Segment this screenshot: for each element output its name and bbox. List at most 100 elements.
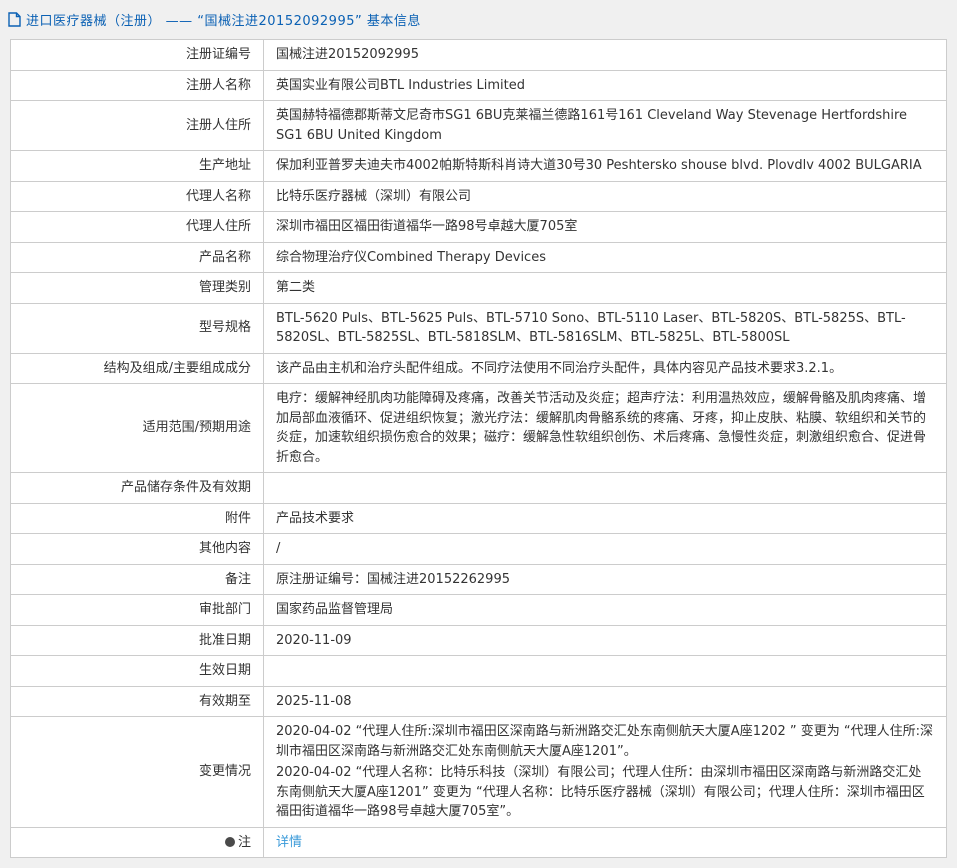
info-table: 注册证编号 国械注进20152092995 注册人名称 英国实业有限公司BTL Ind… bbox=[10, 39, 947, 858]
row-label: 产品名称 bbox=[11, 242, 264, 273]
row-label-text: 生产地址 bbox=[199, 158, 251, 173]
row-value-text: BTL-5620 Puls、BTL-5625 Puls、BTL-5710 Son… bbox=[276, 311, 906, 346]
row-label: 有效期至 bbox=[11, 686, 264, 717]
row-value: 电疗：缓解神经肌肉功能障碍及疼痛，改善关节活动及炎症；超声疗法：利用温热效应，缓… bbox=[264, 384, 947, 473]
row-value: 该产品由主机和治疗头配件组成。不同疗法使用不同治疗头配件，具体内容见产品技术要求… bbox=[264, 353, 947, 384]
row-label: 结构及组成/主要组成成分 bbox=[11, 353, 264, 384]
row-label: 附件 bbox=[11, 503, 264, 534]
row-value-text: 深圳市福田区福田街道福华一路98号卓越大厦705室 bbox=[276, 219, 577, 234]
row-value-text: 综合物理治疗仪Combined Therapy Devices bbox=[276, 250, 546, 265]
row-value-text: 2020-11-09 bbox=[276, 633, 352, 648]
row-label: 批准日期 bbox=[11, 625, 264, 656]
row-value: 深圳市福田区福田街道福华一路98号卓越大厦705室 bbox=[264, 212, 947, 243]
row-value-text: 2025-11-08 bbox=[276, 694, 352, 709]
row-value bbox=[264, 473, 947, 504]
row-label-text: 注册证编号 bbox=[186, 47, 251, 62]
row-label: 生产地址 bbox=[11, 151, 264, 182]
row-label: 代理人住所 bbox=[11, 212, 264, 243]
table-row: 型号规格 BTL-5620 Puls、BTL-5625 Puls、BTL-5710… bbox=[11, 303, 947, 353]
row-value: / bbox=[264, 534, 947, 565]
row-value-text: 电疗：缓解神经肌肉功能障碍及疼痛，改善关节活动及炎症；超声疗法：利用温热效应，缓… bbox=[276, 391, 926, 465]
row-value: 2020-11-09 bbox=[264, 625, 947, 656]
row-value: 综合物理治疗仪Combined Therapy Devices bbox=[264, 242, 947, 273]
table-row: 有效期至 2025-11-08 bbox=[11, 686, 947, 717]
row-label: 注册人名称 bbox=[11, 70, 264, 101]
row-label: 备注 bbox=[11, 564, 264, 595]
row-value-text: 国家药品监督管理局 bbox=[276, 602, 393, 617]
table-row: 附件 产品技术要求 bbox=[11, 503, 947, 534]
row-value: 英国赫特福德郡斯蒂文尼奇市SG1 6BU克莱福兰德路161号161 Clevel… bbox=[264, 101, 947, 151]
row-value: 产品技术要求 bbox=[264, 503, 947, 534]
table-row: 其他内容 / bbox=[11, 534, 947, 565]
table-row: 备注 原注册证编号：国械注进20152262995 bbox=[11, 564, 947, 595]
row-value: BTL-5620 Puls、BTL-5625 Puls、BTL-5710 Son… bbox=[264, 303, 947, 353]
table-row: 注 详情 bbox=[11, 827, 947, 858]
table-row: 审批部门 国家药品监督管理局 bbox=[11, 595, 947, 626]
row-label: 管理类别 bbox=[11, 273, 264, 304]
row-value-text: 保加利亚普罗夫迪夫市4002帕斯特斯科肖诗大道30号30 Peshtersko … bbox=[276, 158, 922, 173]
table-row: 生产地址 保加利亚普罗夫迪夫市4002帕斯特斯科肖诗大道30号30 Peshter… bbox=[11, 151, 947, 182]
row-value-text: 比特乐医疗器械（深圳）有限公司 bbox=[276, 189, 471, 204]
table-row: 适用范围/预期用途 电疗：缓解神经肌肉功能障碍及疼痛，改善关节活动及炎症；超声疗法… bbox=[11, 384, 947, 473]
page: 进口医疗器械（注册） —— “国械注进20152092995” 基本信息 注册证… bbox=[0, 0, 957, 868]
row-label-text: 结构及组成/主要组成成分 bbox=[104, 361, 251, 376]
row-value-text: 该产品由主机和治疗头配件组成。不同疗法使用不同治疗头配件，具体内容见产品技术要求… bbox=[276, 361, 842, 376]
row-label-text: 注 bbox=[238, 835, 251, 850]
table-row: 管理类别 第二类 bbox=[11, 273, 947, 304]
row-value bbox=[264, 656, 947, 687]
table-row: 注册人名称 英国实业有限公司BTL Industries Limited bbox=[11, 70, 947, 101]
row-value-text: 第二类 bbox=[276, 280, 315, 295]
row-value-text: 产品技术要求 bbox=[276, 511, 354, 526]
row-label-text: 适用范围/预期用途 bbox=[143, 420, 251, 435]
row-value: 第二类 bbox=[264, 273, 947, 304]
row-value-text: 英国实业有限公司BTL Industries Limited bbox=[276, 78, 525, 93]
table-row: 批准日期 2020-11-09 bbox=[11, 625, 947, 656]
row-label: 型号规格 bbox=[11, 303, 264, 353]
row-label-text: 注册人名称 bbox=[186, 78, 251, 93]
row-label-text: 注册人住所 bbox=[186, 118, 251, 133]
page-header: 进口医疗器械（注册） —— “国械注进20152092995” 基本信息 bbox=[0, 0, 957, 37]
row-label-text: 代理人住所 bbox=[186, 219, 251, 234]
row-label-text: 审批部门 bbox=[199, 602, 251, 617]
table-row: 注册证编号 国械注进20152092995 bbox=[11, 40, 947, 71]
table-row: 产品名称 综合物理治疗仪Combined Therapy Devices bbox=[11, 242, 947, 273]
value-line: 2020-04-02 “代理人住所:深圳市福田区深南路与新洲路交汇处东南侧航天大… bbox=[276, 722, 934, 761]
detail-link[interactable]: 详情 bbox=[276, 835, 302, 850]
row-label: 注 bbox=[11, 827, 264, 858]
page-title: 进口医疗器械（注册） —— “国械注进20152092995” 基本信息 bbox=[26, 10, 421, 29]
table-row: 注册人住所 英国赫特福德郡斯蒂文尼奇市SG1 6BU克莱福兰德路161号161 C… bbox=[11, 101, 947, 151]
table-row: 代理人名称比特乐医疗器械（深圳）有限公司 bbox=[11, 181, 947, 212]
table-row: 代理人住所 深圳市福田区福田街道福华一路98号卓越大厦705室 bbox=[11, 212, 947, 243]
info-table-body: 注册证编号 国械注进20152092995 注册人名称 英国实业有限公司BTL Ind… bbox=[11, 40, 947, 858]
document-icon bbox=[8, 12, 21, 27]
row-label: 注册人住所 bbox=[11, 101, 264, 151]
row-value-text: 国械注进20152092995 bbox=[276, 47, 419, 62]
table-row: 生效日期 bbox=[11, 656, 947, 687]
table-row: 结构及组成/主要组成成分 该产品由主机和治疗头配件组成。不同疗法使用不同治疗头配件… bbox=[11, 353, 947, 384]
row-label-text: 生效日期 bbox=[199, 663, 251, 678]
row-label-text: 其他内容 bbox=[199, 541, 251, 556]
row-label: 审批部门 bbox=[11, 595, 264, 626]
row-label-text: 有效期至 bbox=[199, 694, 251, 709]
row-value: 国家药品监督管理局 bbox=[264, 595, 947, 626]
row-label-text: 产品名称 bbox=[199, 250, 251, 265]
row-label-text: 管理类别 bbox=[199, 280, 251, 295]
note-icon bbox=[225, 837, 235, 847]
row-label: 代理人名称 bbox=[11, 181, 264, 212]
row-value-text: / bbox=[276, 541, 280, 556]
row-value-text: 英国赫特福德郡斯蒂文尼奇市SG1 6BU克莱福兰德路161号161 Clevel… bbox=[276, 108, 907, 143]
row-value: 保加利亚普罗夫迪夫市4002帕斯特斯科肖诗大道30号30 Peshtersko … bbox=[264, 151, 947, 182]
row-label-text: 型号规格 bbox=[199, 320, 251, 335]
row-value-text: 原注册证编号：国械注进20152262995 bbox=[276, 572, 510, 587]
row-label-text: 备注 bbox=[225, 572, 251, 587]
row-label: 产品储存条件及有效期 bbox=[11, 473, 264, 504]
table-row: 产品储存条件及有效期 bbox=[11, 473, 947, 504]
row-label: 适用范围/预期用途 bbox=[11, 384, 264, 473]
row-value: 2025-11-08 bbox=[264, 686, 947, 717]
row-value: 英国实业有限公司BTL Industries Limited bbox=[264, 70, 947, 101]
row-value: 详情 bbox=[264, 827, 947, 858]
row-label: 生效日期 bbox=[11, 656, 264, 687]
row-label: 其他内容 bbox=[11, 534, 264, 565]
row-label-text: 产品储存条件及有效期 bbox=[121, 480, 251, 495]
row-label-text: 附件 bbox=[225, 511, 251, 526]
